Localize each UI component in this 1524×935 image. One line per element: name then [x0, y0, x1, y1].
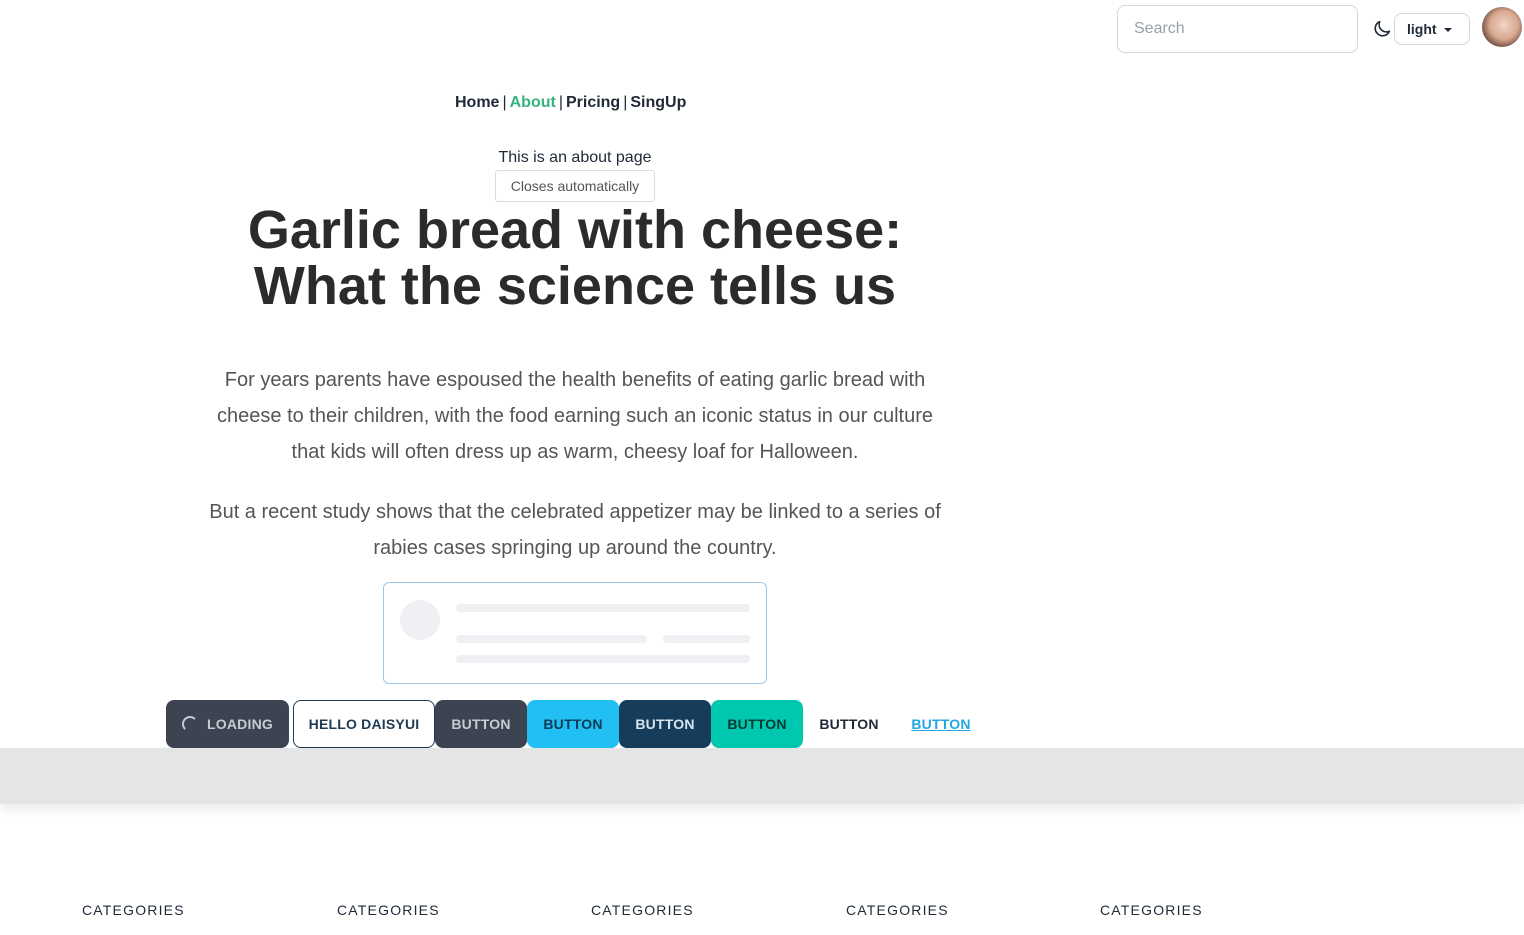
footer-categories-heading: CATEGORIES: [82, 902, 185, 918]
headline-line-2: What the science tells us: [253, 256, 897, 316]
nav-separator: |: [502, 94, 507, 111]
chevron-down-icon: [1444, 28, 1452, 32]
nav-separator: |: [558, 94, 563, 111]
skeleton-card: [383, 582, 767, 684]
ghost-button[interactable]: BUTTON: [803, 700, 895, 748]
footer-categories-heading: CATEGORIES: [846, 902, 949, 918]
main-nav: Home | About | Pricing | SingUp: [455, 94, 686, 112]
skeleton-line: [456, 635, 647, 643]
avatar[interactable]: [1482, 7, 1522, 47]
search-input[interactable]: [1117, 5, 1358, 53]
article-paragraph-2: But a recent study shows that the celebr…: [209, 501, 941, 559]
theme-select-value: light: [1407, 21, 1437, 37]
nav-link-home[interactable]: Home: [455, 94, 499, 111]
nav-link-about[interactable]: About: [510, 94, 556, 111]
about-text: This is an about page: [498, 149, 652, 166]
link-button[interactable]: BUTTON: [895, 700, 987, 748]
loading-button-label: LOADING: [207, 716, 273, 732]
loading-button[interactable]: LOADING: [166, 700, 289, 748]
footer-categories-heading: CATEGORIES: [591, 902, 694, 918]
nav-link-pricing[interactable]: Pricing: [566, 94, 620, 111]
theme-select[interactable]: light: [1394, 13, 1470, 45]
footer-categories-heading: CATEGORIES: [337, 902, 440, 918]
grey-band: [0, 748, 1524, 804]
moon-icon[interactable]: [1371, 18, 1393, 40]
nav-separator: |: [623, 94, 628, 111]
info-button[interactable]: BUTTON: [527, 700, 619, 748]
skeleton-line: [663, 635, 750, 643]
skeleton-avatar: [400, 600, 440, 640]
headline-line-1: Garlic bread with cheese:: [247, 200, 903, 260]
nav-link-signup[interactable]: SingUp: [630, 94, 686, 111]
accent-button[interactable]: BUTTON: [711, 700, 803, 748]
footer-categories-heading: CATEGORIES: [1100, 902, 1203, 918]
spinner-icon: [182, 716, 199, 732]
top-bar: light: [1104, 5, 1524, 53]
toast: Closes automatically: [495, 170, 655, 202]
article-headline: Garlic bread with cheese: What the scien…: [150, 202, 1000, 314]
article-paragraph-1: For years parents have espoused the heal…: [217, 369, 933, 463]
primary-button[interactable]: BUTTON: [619, 700, 711, 748]
skeleton-line: [456, 655, 750, 663]
hello-daisyui-button[interactable]: HELLO DAISYUI: [293, 700, 435, 748]
skeleton-line: [456, 604, 750, 612]
neutral-button[interactable]: BUTTON: [435, 700, 527, 748]
